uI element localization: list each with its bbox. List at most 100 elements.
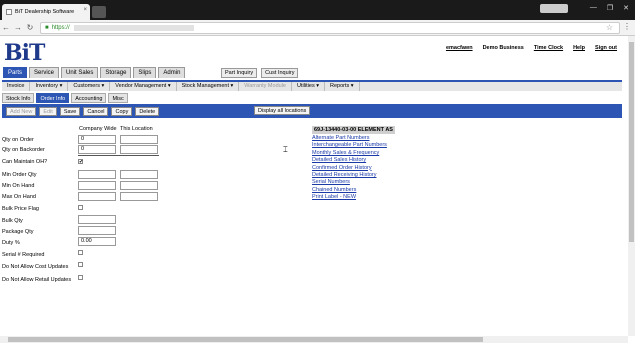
lock-icon: ■ xyxy=(45,25,49,31)
bit-logo: BiT xyxy=(4,40,45,66)
qty-on-backorder-company[interactable]: 0 xyxy=(78,145,116,154)
address-bar[interactable]: ■ https:// ☆ xyxy=(40,22,620,34)
chained-numbers-link[interactable]: Chained Numbers xyxy=(312,187,387,194)
nav-admin[interactable]: Admin xyxy=(158,67,186,78)
part-inquiry-button[interactable]: Part Inquiry xyxy=(221,68,258,78)
min-order-qty-label: Min Order Qty xyxy=(2,172,37,178)
min-order-qty-location[interactable] xyxy=(120,170,158,179)
sign-out-link[interactable]: Sign out xyxy=(595,45,617,51)
detailed-receiving-history-link[interactable]: Detailed Receiving History xyxy=(312,172,387,179)
detailed-sales-history-link[interactable]: Detailed Sales History xyxy=(312,157,387,164)
maximize-icon[interactable]: ❐ xyxy=(607,4,613,12)
subnav-customers[interactable]: Customers ▾ xyxy=(68,82,111,91)
no-cost-updates-label: Do Not Allow Cost Updates xyxy=(2,264,69,270)
browser-tab-title: BiT Dealership Software xyxy=(15,9,75,15)
min-on-hand-label: Min On Hand xyxy=(2,183,35,189)
max-on-hand-label: Max On Hand xyxy=(2,194,36,200)
close-window-icon[interactable]: ✕ xyxy=(623,4,629,12)
can-maintain-oh-checkbox[interactable]: ✔ xyxy=(78,159,83,165)
url-redacted xyxy=(73,25,194,31)
monthly-sales-frequency-link[interactable]: Monthly Sales & Frequency xyxy=(312,150,387,157)
duty-pct-field[interactable]: 0.00 xyxy=(78,237,116,246)
bulk-price-flag-checkbox[interactable] xyxy=(78,205,83,210)
min-on-hand-location[interactable] xyxy=(120,181,158,190)
sub-nav: Invoice Inventory ▾ Customers ▾ Vendor M… xyxy=(2,80,622,91)
action-bar: Add New Edit Save Cancel Copy Delete Dis… xyxy=(2,104,622,118)
bulk-price-flag-label: Bulk Price Flag xyxy=(2,206,39,212)
no-retail-updates-checkbox[interactable] xyxy=(78,275,83,280)
qty-on-order-company[interactable]: 0 xyxy=(78,135,116,144)
part-links: Alternate Part Numbers Interchangeable P… xyxy=(312,135,387,202)
max-on-hand-location[interactable] xyxy=(120,192,158,201)
serial-required-checkbox[interactable] xyxy=(78,250,83,255)
subnav-reports[interactable]: Reports ▾ xyxy=(325,82,360,91)
favicon-icon xyxy=(6,9,12,15)
qty-on-backorder-location[interactable] xyxy=(120,145,158,154)
reload-icon[interactable]: ↻ xyxy=(24,23,36,32)
max-on-hand-company[interactable] xyxy=(78,192,116,201)
bookmark-star-icon[interactable]: ☆ xyxy=(606,23,613,32)
edit-button: Edit xyxy=(39,106,57,116)
package-qty-label: Package Qty xyxy=(2,229,34,235)
minimize-icon[interactable]: — xyxy=(590,4,597,12)
subnav-vendor-management[interactable]: Vendor Management ▾ xyxy=(110,82,177,91)
print-label-link[interactable]: Print Label - NEW xyxy=(312,194,387,201)
browser-menu-icon[interactable]: ⋮ xyxy=(623,22,631,31)
cancel-button[interactable]: Cancel xyxy=(83,106,109,116)
time-clock-link[interactable]: Time Clock xyxy=(534,45,563,51)
browser-tab[interactable]: BiT Dealership Software × xyxy=(2,4,90,20)
delete-button[interactable]: Delete xyxy=(135,106,160,116)
close-tab-icon[interactable]: × xyxy=(83,7,87,13)
new-tab-button[interactable] xyxy=(92,6,106,18)
vertical-scrollbar[interactable] xyxy=(628,36,635,336)
profile-button[interactable] xyxy=(540,4,568,13)
package-qty-field[interactable] xyxy=(78,226,116,235)
tab-misc[interactable]: Misc xyxy=(108,93,128,103)
col-header-location: This Location xyxy=(120,126,153,132)
display-all-locations-button[interactable]: Display all locations xyxy=(254,106,311,115)
min-on-hand-company[interactable] xyxy=(78,181,116,190)
horizontal-scrollbar[interactable] xyxy=(0,336,628,343)
tab-order-info[interactable]: Order Info xyxy=(36,93,70,103)
alternate-part-numbers-link[interactable]: Alternate Part Numbers xyxy=(312,135,387,142)
tab-stock-info[interactable]: Stock Info xyxy=(2,93,35,103)
min-order-qty-company[interactable] xyxy=(78,170,116,179)
nav-slips[interactable]: Slips xyxy=(133,67,157,78)
copy-button[interactable]: Copy xyxy=(111,106,133,116)
qty-on-order-label: Qty on Order xyxy=(2,137,34,143)
confirmed-order-history-link[interactable]: Confirmed Order History xyxy=(312,165,387,172)
subnav-inventory[interactable]: Inventory ▾ xyxy=(30,82,69,91)
user-link[interactable]: emacfawn xyxy=(446,45,473,51)
nav-service[interactable]: Service xyxy=(29,67,60,78)
back-arrow-icon[interactable]: ← xyxy=(0,23,12,32)
horizontal-scroll-thumb[interactable] xyxy=(8,337,483,342)
bulk-qty-field[interactable] xyxy=(78,215,116,224)
subnav-invoice[interactable]: Invoice xyxy=(2,82,31,91)
qty-on-backorder-label: Qty on Backorder xyxy=(2,147,45,153)
qty-on-order-location[interactable] xyxy=(120,135,158,144)
business-name: Demo Business xyxy=(482,45,524,51)
url-scheme: https:// xyxy=(51,25,70,31)
help-link[interactable]: Help xyxy=(573,45,585,51)
nav-unit-sales[interactable]: Unit Sales xyxy=(61,67,99,78)
subnav-utilities[interactable]: Utilities ▾ xyxy=(292,82,325,91)
mouse-cursor-icon: ⌶ xyxy=(283,145,288,154)
add-new-button: Add New xyxy=(6,106,37,116)
nav-storage[interactable]: Storage xyxy=(100,67,132,78)
interchangeable-part-numbers-link[interactable]: Interchangeable Part Numbers xyxy=(312,142,387,149)
subnav-stock-management[interactable]: Stock Management ▾ xyxy=(177,82,240,91)
tab-accounting[interactable]: Accounting xyxy=(71,93,107,103)
save-button[interactable]: Save xyxy=(59,106,81,116)
vertical-scroll-thumb[interactable] xyxy=(629,42,634,242)
forward-arrow-icon[interactable]: → xyxy=(12,23,24,32)
window-controls: — ❐ ✕ xyxy=(590,4,629,12)
can-maintain-oh-label: Can Maintain OH? xyxy=(2,159,48,165)
serial-numbers-link[interactable]: Serial Numbers xyxy=(312,179,387,186)
top-links: emacfawn Demo Business Time Clock Help S… xyxy=(446,45,617,51)
no-retail-updates-label: Do Not Allow Retail Updates xyxy=(2,277,72,283)
no-cost-updates-checkbox[interactable] xyxy=(78,262,83,267)
duty-pct-label: Duty % xyxy=(2,240,20,246)
nav-parts[interactable]: Parts xyxy=(3,67,28,78)
bulk-qty-label: Bulk Qty xyxy=(2,218,23,224)
cust-inquiry-button[interactable]: Cust Inquiry xyxy=(261,68,299,78)
